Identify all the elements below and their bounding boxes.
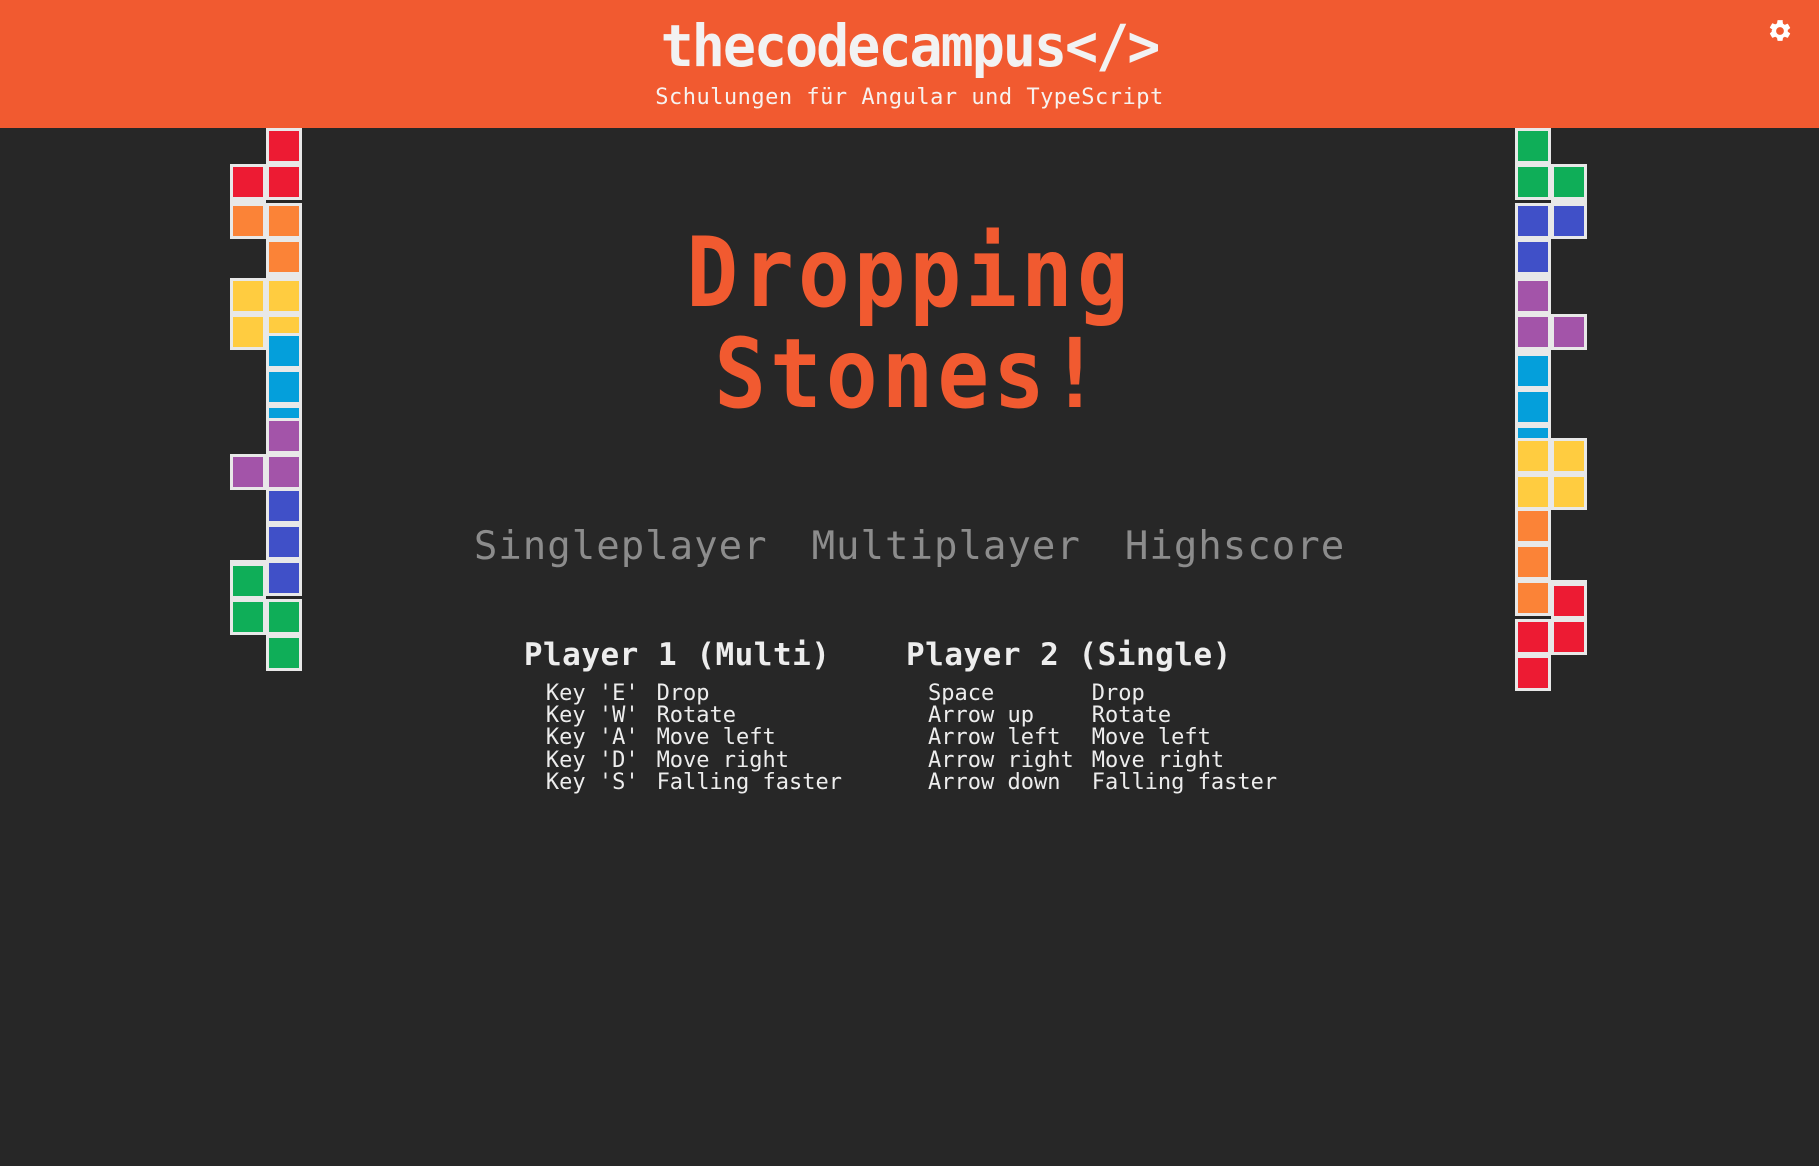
controls-heading-player-2: Player 2 (Single) xyxy=(906,636,1232,673)
controls-player-1: Player 1 (Multi) Key 'E' Drop Key 'W' Rotat… xyxy=(523,636,860,796)
game-stage: Dropping Stones! Singleplayer Multiplaye… xyxy=(0,128,1819,1166)
controls-legend: Player 1 (Multi) Key 'E' Drop Key 'W' Rotat… xyxy=(0,636,1819,796)
controls-row: Key 'W' Rotate xyxy=(524,703,860,729)
controls-row: Arrow left Move left xyxy=(906,725,1295,751)
controls-player-2: Player 2 (Single) Space Drop Arrow up Rotat… xyxy=(906,636,1295,796)
controls-row: Arrow down Falling faster xyxy=(906,770,1295,796)
main-menu: Singleplayer Multiplayer Highscore xyxy=(0,527,1819,566)
controls-row: Arrow up Rotate xyxy=(906,703,1295,729)
menu-item-multiplayer[interactable]: Multiplayer xyxy=(812,527,1081,566)
control-action: Drop xyxy=(656,680,710,706)
controls-table-player-1: Key 'E' Drop Key 'W' Rotate Key 'A' Move left… xyxy=(524,680,860,796)
controls-table-player-2: Space Drop Arrow up Rotate Arrow left Move le… xyxy=(906,680,1295,796)
control-key: Arrow right xyxy=(928,747,1074,773)
settings-button[interactable] xyxy=(1763,14,1797,48)
start-screen-content: Dropping Stones! Singleplayer Multiplaye… xyxy=(0,128,1819,795)
menu-item-singleplayer[interactable]: Singleplayer xyxy=(474,527,768,566)
controls-row: Space Drop xyxy=(906,680,1295,706)
control-key: Arrow down xyxy=(928,770,1061,796)
control-action: Move left xyxy=(656,725,776,751)
control-key: Key 'S' xyxy=(545,770,639,796)
controls-row: Key 'D' Move right xyxy=(524,747,860,773)
menu-item-highscore[interactable]: Highscore xyxy=(1125,527,1345,566)
game-title: Dropping Stones! xyxy=(686,217,1133,431)
control-key: Space xyxy=(928,680,995,706)
control-key: Arrow left xyxy=(928,725,1061,751)
app-header: thecodecampus</> Schulungen für Angular … xyxy=(0,0,1819,128)
control-key: Key 'W' xyxy=(545,703,639,729)
control-key: Key 'D' xyxy=(545,747,639,773)
control-key: Key 'E' xyxy=(545,680,639,706)
controls-heading-player-1: Player 1 (Multi) xyxy=(523,636,831,673)
gear-icon xyxy=(1767,18,1793,44)
control-action: Move right xyxy=(1091,747,1225,773)
brand-subtitle: Schulungen für Angular und TypeScript xyxy=(655,85,1164,110)
controls-row: Key 'S' Falling faster xyxy=(524,770,860,796)
control-key: Key 'A' xyxy=(545,725,639,751)
controls-row: Key 'E' Drop xyxy=(524,680,860,706)
controls-row: Key 'A' Move left xyxy=(524,725,860,751)
control-action: Rotate xyxy=(656,703,737,729)
control-action: Move left xyxy=(1091,725,1211,751)
control-action: Falling faster xyxy=(656,770,842,796)
control-action: Drop xyxy=(1091,680,1145,706)
controls-row: Arrow right Move right xyxy=(906,747,1295,773)
control-action: Move right xyxy=(656,747,790,773)
control-action: Rotate xyxy=(1091,703,1172,729)
control-key: Arrow up xyxy=(928,703,1034,729)
control-action: Falling faster xyxy=(1091,770,1278,796)
brand-title: thecodecampus</> xyxy=(660,12,1161,80)
